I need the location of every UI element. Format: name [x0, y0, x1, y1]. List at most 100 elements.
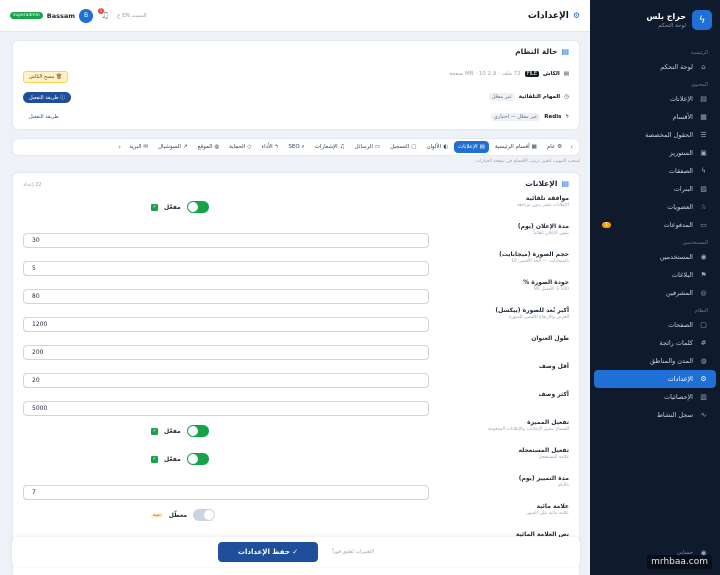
settings-tab[interactable]: ϟ الأداء — [257, 141, 282, 153]
sidebar-item[interactable]: ▨ البنرات — [590, 180, 720, 198]
setting-input[interactable]: 5 — [23, 261, 429, 276]
setting-row: حجم الصورة (ميجابايت) بالميجابايت — الحد … — [23, 251, 569, 279]
settings-tab[interactable]: ✉ البريد — [125, 141, 152, 153]
tabs-scroll-left-icon[interactable]: ‹ — [116, 143, 123, 151]
sidebar-item[interactable]: ◎ المشرفين — [590, 284, 720, 302]
tab-label: الرسائل — [354, 144, 373, 150]
sidebar-item-label: الأقسام — [672, 113, 693, 121]
sidebar-item-icon: ⌂ — [701, 63, 706, 71]
sidebar-item[interactable]: ▢ الصفحات — [590, 316, 720, 334]
sidebar-section-title: المحتوى — [690, 82, 708, 88]
sidebar-item[interactable]: ⌂ لوحة التحكم — [590, 58, 720, 76]
save-settings-button[interactable]: ✓ حفظ الإعدادات — [217, 542, 319, 562]
tasks-howto-button[interactable]: ⓘ طريقة التفعيل — [23, 92, 72, 103]
sidebar-item[interactable]: # كلمات رائجة — [590, 334, 720, 352]
toggle-state: مفعّل — [164, 427, 181, 435]
setting-row: مدة الإعلان (يوم) ينتهي الإعلان تلقائياً 3… — [23, 223, 569, 251]
sidebar-item-label: الحقول المخصصة — [645, 131, 693, 139]
setting-description: ينتهي الإعلان تلقائياً — [533, 231, 569, 236]
save-bar: التغييرات تُطبق فوراً ✓ حفظ الإعدادات — [12, 537, 580, 567]
system-status-card: ▤ حالة النظام 🗑 مسح الكاش ▤ الكاش FILE 7… — [12, 40, 580, 130]
sidebar-item-icon: ▦ — [700, 113, 707, 121]
sidebar-item[interactable]: ▤ الإعلانات — [590, 90, 720, 108]
watermark: mrhbaa.com — [647, 555, 712, 569]
setting-label-group: طول العنوان — [449, 335, 569, 342]
redis-howto-button[interactable]: طريقة التفعيل — [23, 112, 65, 122]
cache-meta: 72 ملف · 2.9 MB · 10 صفحة — [449, 71, 521, 77]
tabs-scroll-right-icon[interactable]: › — [568, 143, 575, 151]
sidebar-item[interactable]: ∿ سجل النشاط — [590, 406, 720, 424]
setting-input[interactable]: 7 — [23, 485, 429, 500]
sidebar-item[interactable]: ☆ العضويات — [590, 198, 720, 216]
setting-toggle-group: معطّل تنبيه — [151, 509, 216, 521]
clock-icon: ◷ — [564, 94, 569, 100]
setting-input[interactable]: 20 — [23, 373, 429, 388]
setting-input[interactable]: 1200 — [23, 317, 429, 332]
setting-input[interactable]: 80 — [23, 289, 429, 304]
tab-icon: ◍ — [214, 144, 220, 150]
sidebar-item-label: الإحصائيات — [663, 393, 693, 401]
tab-icon: ◇ — [247, 144, 252, 150]
user-menu[interactable]: B Bassam superadmin — [10, 8, 94, 23]
settings-tab[interactable]: ▤ الإعلانات — [454, 141, 489, 153]
brand[interactable]: ϟ حراج بلس لوحة التحكم — [590, 0, 720, 44]
tab-icon: ϟ — [274, 144, 279, 150]
settings-tab[interactable]: ⚙ عام — [543, 141, 566, 153]
setting-label: مدة الإعلان (يوم) — [517, 223, 569, 230]
notifications-button[interactable]: ♫ 1 — [98, 7, 109, 21]
settings-tab[interactable]: ▦ أقسام الرئيسية — [491, 141, 541, 153]
sidebar-item[interactable]: ☰ الحقول المخصصة — [590, 126, 720, 144]
tab-icon: ▦ — [531, 144, 537, 150]
setting-row: مدة التمييز (يوم) بالأيام 7 — [23, 475, 569, 503]
tab-icon: ▭ — [374, 144, 381, 150]
setting-toggle-group: مفعّل ✓ — [151, 201, 209, 213]
settings-tab[interactable]: ◍ الموقع — [194, 141, 224, 153]
sidebar-item-badge: 1 — [602, 222, 612, 228]
setting-input[interactable]: 30 — [23, 233, 429, 248]
sidebar-item[interactable]: ⚙ الإعدادات — [594, 370, 716, 388]
setting-label-group: أكبر بُعد للصورة (بيكسل) العرض والارتفاع … — [449, 307, 569, 320]
setting-label: أكبر بُعد للصورة (بيكسل) — [495, 307, 569, 314]
sidebar-item[interactable]: ▣ الستوريز — [590, 144, 720, 162]
sidebar-item[interactable]: ▦ الأقسام — [590, 108, 720, 126]
setting-toggle[interactable] — [193, 509, 216, 521]
unsaved-hint: التغييرات تُطبق فوراً — [332, 549, 375, 555]
settings-tab[interactable]: ▢ التسجيل — [386, 141, 420, 153]
setting-toggle[interactable] — [186, 425, 209, 437]
settings-tab[interactable]: ♫ الإشعارات — [311, 141, 349, 153]
setting-toggle-group: مفعّل ✓ — [151, 425, 209, 437]
clear-cache-button[interactable]: 🗑 مسح الكاش — [23, 71, 69, 83]
sidebar-item[interactable]: ▥ الإحصائيات — [590, 388, 720, 406]
settings-tab[interactable]: ↗ السوشيال — [154, 141, 192, 153]
sidebar-item-icon: ▨ — [700, 185, 707, 193]
setting-toggle[interactable] — [186, 201, 209, 213]
topbar: ⚙ الإعدادات السيت EN ع ♫ 1 B Bassam supe… — [0, 0, 590, 32]
sidebar-nav: الرئيسية ⌂ لوحة التحكم المحتوى ▤ الإعلانات ▦ ال… — [590, 44, 720, 424]
setting-label-group: تفعيل المميزة السماح بتمييز الإعلانات وال… — [449, 419, 569, 432]
settings-tab[interactable]: ◇ الحماية — [225, 141, 255, 153]
sidebar-item[interactable]: ϟ الصفقات — [590, 162, 720, 180]
sidebar-item-label: المشرفين — [666, 289, 693, 297]
sidebar: ϟ حراج بلس لوحة التحكم الرئيسية ⌂ لوحة الت… — [590, 0, 720, 575]
sidebar-item[interactable]: ⚑ البلاغات — [590, 266, 720, 284]
setting-label-group: تفعيل المستعجلة علامة المستعجل — [449, 447, 569, 460]
settings-tab[interactable]: ⌕ SEO — [284, 141, 308, 154]
sidebar-item-label: الصفقات — [668, 167, 693, 175]
language-switch[interactable]: السيت EN ع — [117, 13, 147, 19]
sidebar-item[interactable]: ▭ المدفوعات 1 — [590, 216, 720, 234]
setting-toggle[interactable] — [186, 453, 209, 465]
notification-count: 1 — [98, 7, 105, 14]
toggle-state: مفعّل — [164, 455, 181, 463]
sidebar-item-label: البلاغات — [671, 271, 693, 279]
setting-input[interactable]: 5000 — [23, 401, 429, 416]
settings-tab[interactable]: ◐ الألوان — [422, 141, 452, 153]
settings-tab[interactable]: ▭ الرسائل — [351, 141, 384, 153]
setting-input[interactable]: 200 — [23, 345, 429, 360]
brand-name: حراج بلس — [646, 11, 686, 21]
sidebar-item[interactable]: ◍ المدن والمناطق — [590, 352, 720, 370]
tab-icon: ▢ — [411, 144, 417, 150]
tab-label: السوشيال — [158, 144, 181, 150]
tab-icon: ✉ — [143, 144, 149, 150]
sidebar-item[interactable]: ◉ المستخدمين — [590, 248, 720, 266]
brand-logo-icon: ϟ — [692, 10, 712, 30]
